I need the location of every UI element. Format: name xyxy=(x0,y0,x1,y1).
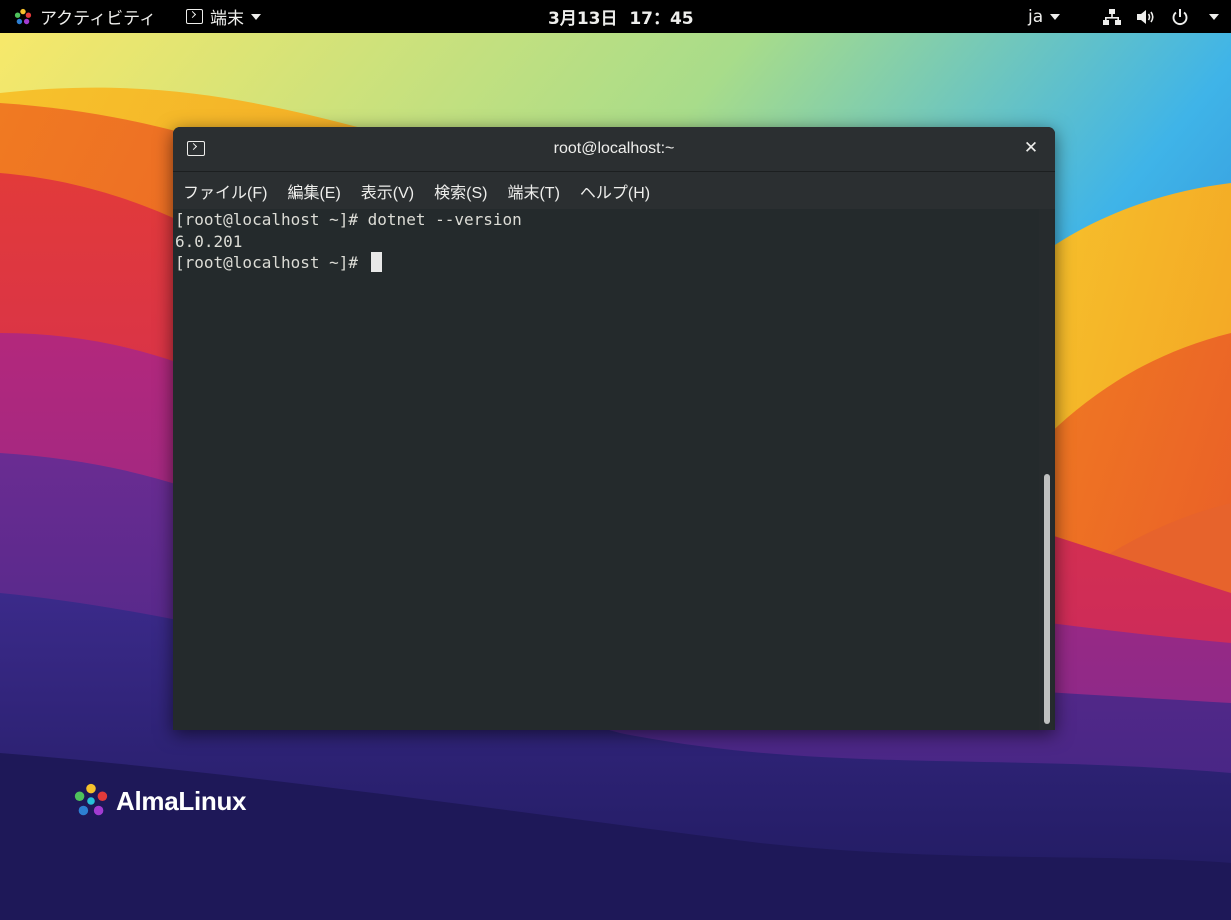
activities-button[interactable]: アクティビティ xyxy=(14,0,156,33)
menu-help[interactable]: ヘルプ(H) xyxy=(580,179,650,203)
terminal-icon xyxy=(186,9,203,24)
activities-label: アクティビティ xyxy=(40,9,157,29)
menu-bar: ファイル(F) 編集(E) 表示(V) 検索(S) 端末(T) ヘルプ(H) xyxy=(173,172,1055,209)
volume-icon xyxy=(1134,0,1158,33)
clock-button[interactable]: 3月13日 17：45 xyxy=(548,0,694,33)
chevron-down-icon xyxy=(1209,13,1219,20)
scrollbar[interactable] xyxy=(1039,209,1053,730)
text-cursor xyxy=(370,252,382,272)
almalinux-logo-icon xyxy=(14,8,32,24)
menu-edit[interactable]: 編集(E) xyxy=(287,179,340,203)
terminal-window[interactable]: root@localhost:~ ✕ ファイル(F) 編集(E) 表示(V) 検… xyxy=(173,127,1055,730)
app-menu-button[interactable]: 端末 xyxy=(186,0,261,33)
system-menu-button[interactable] xyxy=(1100,0,1219,33)
input-language-button[interactable]: ja xyxy=(1028,0,1061,33)
menu-file[interactable]: ファイル(F) xyxy=(183,179,267,203)
scrollbar-thumb[interactable] xyxy=(1044,474,1050,724)
clock-label: 3月13日 17：45 xyxy=(548,9,694,29)
terminal-prompt-line: [root@localhost ~]# xyxy=(175,252,1055,274)
power-icon xyxy=(1168,0,1192,33)
chevron-down-icon xyxy=(1050,13,1061,20)
brand-label: AlmaLinux xyxy=(116,785,247,816)
close-icon: ✕ xyxy=(1023,138,1039,158)
app-menu-label: 端末 xyxy=(210,9,244,29)
menu-view[interactable]: 表示(V) xyxy=(361,179,414,203)
desktop-screen: アクティビティ 端末 3月13日 17：45 ja AlmaLinux root… xyxy=(0,0,1231,920)
language-label: ja xyxy=(1028,6,1044,27)
desktop-brand-logo: AlmaLinux xyxy=(72,782,247,820)
almalinux-logo-icon xyxy=(74,783,108,816)
terminal-line: 6.0.201 xyxy=(175,231,243,251)
terminal-prompt: [root@localhost ~]# xyxy=(175,253,368,272)
close-button[interactable]: ✕ xyxy=(1021,138,1041,158)
terminal-line: [root@localhost ~]# dotnet --version xyxy=(175,210,522,229)
chevron-down-icon xyxy=(251,13,261,20)
terminal-output[interactable]: [root@localhost ~]# dotnet --version 6.0… xyxy=(173,209,1055,730)
window-titlebar[interactable]: root@localhost:~ ✕ xyxy=(173,127,1055,172)
menu-search[interactable]: 検索(S) xyxy=(434,179,487,203)
network-icon xyxy=(1100,0,1124,33)
top-bar: アクティビティ 端末 3月13日 17：45 ja xyxy=(0,0,1231,33)
menu-terminal[interactable]: 端末(T) xyxy=(507,179,559,203)
window-title: root@localhost:~ xyxy=(553,140,675,157)
